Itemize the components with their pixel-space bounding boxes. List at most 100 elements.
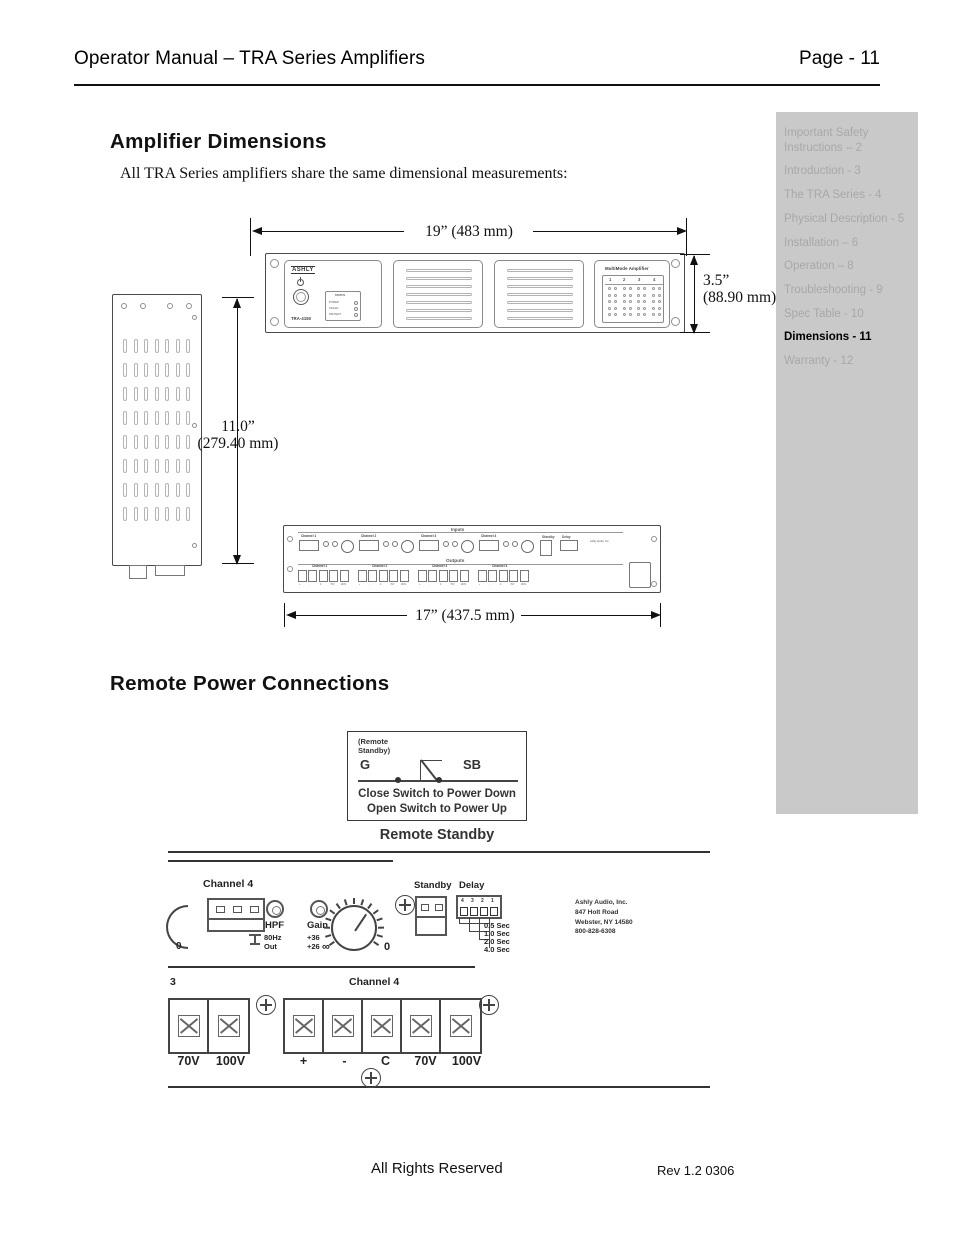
sidebar-item-installation[interactable]: Installation – 6 [784,236,912,251]
rear-level-knob[interactable] [461,540,474,553]
delay-dip-switch[interactable]: 4 3 2 1 [456,895,502,919]
hpf-switch[interactable] [266,900,284,918]
sidebar-item-dimensions[interactable]: Dimensions - 11 [784,330,912,345]
rear-output-terminal[interactable] [298,570,307,582]
remote-standby-diagram: (Remote Standby) G SB Close Switch to Po… [347,731,527,821]
dim-width-arrow-left [252,227,262,235]
rear-hpf-switch[interactable] [503,541,509,547]
knob-tick [360,899,365,906]
vent-slot [123,459,127,473]
rear-output-terminal[interactable] [378,570,388,582]
rear-hpf-switch[interactable] [323,541,329,547]
rear-output-terminal[interactable] [498,570,508,582]
rear-output-terminal[interactable] [368,570,378,582]
rear-level-knob[interactable] [521,540,534,553]
terminal-ground-mark-right-icon [479,995,499,1015]
rear-input-connector [419,540,439,551]
dim-rearwidth-arrow-right [651,611,661,619]
screw-icon [140,303,146,309]
sidebar-item-tra-series[interactable]: The TRA Series - 4 [784,188,912,203]
vent-slot [133,459,138,473]
sidebar-item-warranty[interactable]: Warranty - 12 [784,354,912,369]
terminal-cell[interactable] [363,1000,402,1052]
rear-output-terminal[interactable] [519,570,529,582]
gain-option-plus26: +26 [307,942,320,952]
terminal-cell[interactable] [209,1000,248,1052]
dip-toggle[interactable] [480,907,488,916]
rear-output-terminal[interactable] [459,570,469,582]
dip-toggle[interactable] [490,907,498,916]
dip-number: 4 [461,898,464,904]
rear-output-channel-group: Channel 4 + - C 70V 100V [478,564,536,592]
rear-gain-switch[interactable] [452,541,458,547]
rear-output-terminal-label: C [499,583,502,586]
terminal-cell[interactable] [170,1000,209,1052]
vent-slot [165,387,169,401]
rear-gain-switch[interactable] [512,541,518,547]
rear-output-terminal[interactable] [399,570,409,582]
rear-company-block: Ashly Audio, Inc. [590,540,610,543]
rear-output-terminal[interactable] [509,570,519,582]
rear-gain-switch[interactable] [392,541,398,547]
rear-output-terminal[interactable] [478,570,487,582]
rear-input-channel-label: Channel 3 [421,534,437,538]
rear-output-terminal[interactable] [449,570,459,582]
sidebar-item-physical-description[interactable]: Physical Description - 5 [784,212,912,227]
chassis-ground-mark-icon [395,895,415,915]
multimode-led [643,313,646,316]
rear-output-terminal[interactable] [329,570,339,582]
level-knob-tick-marks [323,898,385,958]
sidebar-item-safety[interactable]: Important Safety Instructions – 2 [784,126,912,155]
sidebar-item-introduction[interactable]: Introduction - 3 [784,164,912,179]
rear-gain-switch[interactable] [332,541,338,547]
connector-pin [216,906,225,913]
rear-output-terminal[interactable] [358,570,367,582]
multimode-led-matrix: 1 2 3 4 [602,275,664,323]
multimode-led [637,293,640,297]
multimode-led [614,306,617,310]
terminal-cell[interactable] [285,1000,324,1052]
rear-level-knob[interactable] [401,540,414,553]
terminal-ground-mark-left-icon [256,995,276,1015]
terminal-cell[interactable] [402,1000,441,1052]
vent-slot [154,411,159,425]
terminal-cell[interactable] [441,1000,480,1052]
dip-toggle[interactable] [470,907,478,916]
sidebar-nav: Important Safety Instructions – 2 Introd… [776,112,918,814]
screw-icon [671,317,680,326]
sidebar-item-spec-table[interactable]: Spec Table - 10 [784,307,912,322]
rear-output-terminal[interactable] [339,570,349,582]
vent-slot [144,435,148,449]
multimode-led [657,313,661,316]
rear-output-terminal[interactable] [389,570,399,582]
rear-input-channel-group: Channel 3 [418,534,476,562]
connector-divider [209,918,263,920]
dip-toggle[interactable] [460,907,468,916]
rear-output-terminal[interactable] [438,570,448,582]
multimode-led [622,300,626,303]
gain-options: +36 +26 [307,933,320,952]
dim-rearwidth-label: 17” (437.5 mm) [415,607,515,624]
rear-input-channel-group: Channel 2 [358,534,416,562]
rear-input-connector [299,540,319,551]
rear-output-terminal-label: + [359,583,361,586]
screw-icon [270,259,279,268]
terminal-cell[interactable] [324,1000,363,1052]
screw-icon [121,303,127,309]
rear-level-knob[interactable] [341,540,354,553]
rear-hpf-switch[interactable] [443,541,449,547]
rear-output-terminal[interactable] [418,570,427,582]
multimode-led [643,300,646,303]
divider-rule-short [168,860,393,863]
brand-logo: ASHLY [291,266,315,274]
rear-delay-label: Delay [562,535,571,539]
rear-output-terminal[interactable] [318,570,328,582]
vent-slot [175,459,180,473]
multimode-led [622,313,626,316]
multimode-amplifier-block: MultiMode Amplifier 1 2 3 4 [594,260,670,328]
rear-output-terminal[interactable] [488,570,498,582]
terminal-ground-mark-bottom-icon [361,1068,381,1088]
rear-hpf-switch[interactable] [383,541,389,547]
rear-output-terminal[interactable] [308,570,318,582]
rear-output-terminal[interactable] [428,570,438,582]
